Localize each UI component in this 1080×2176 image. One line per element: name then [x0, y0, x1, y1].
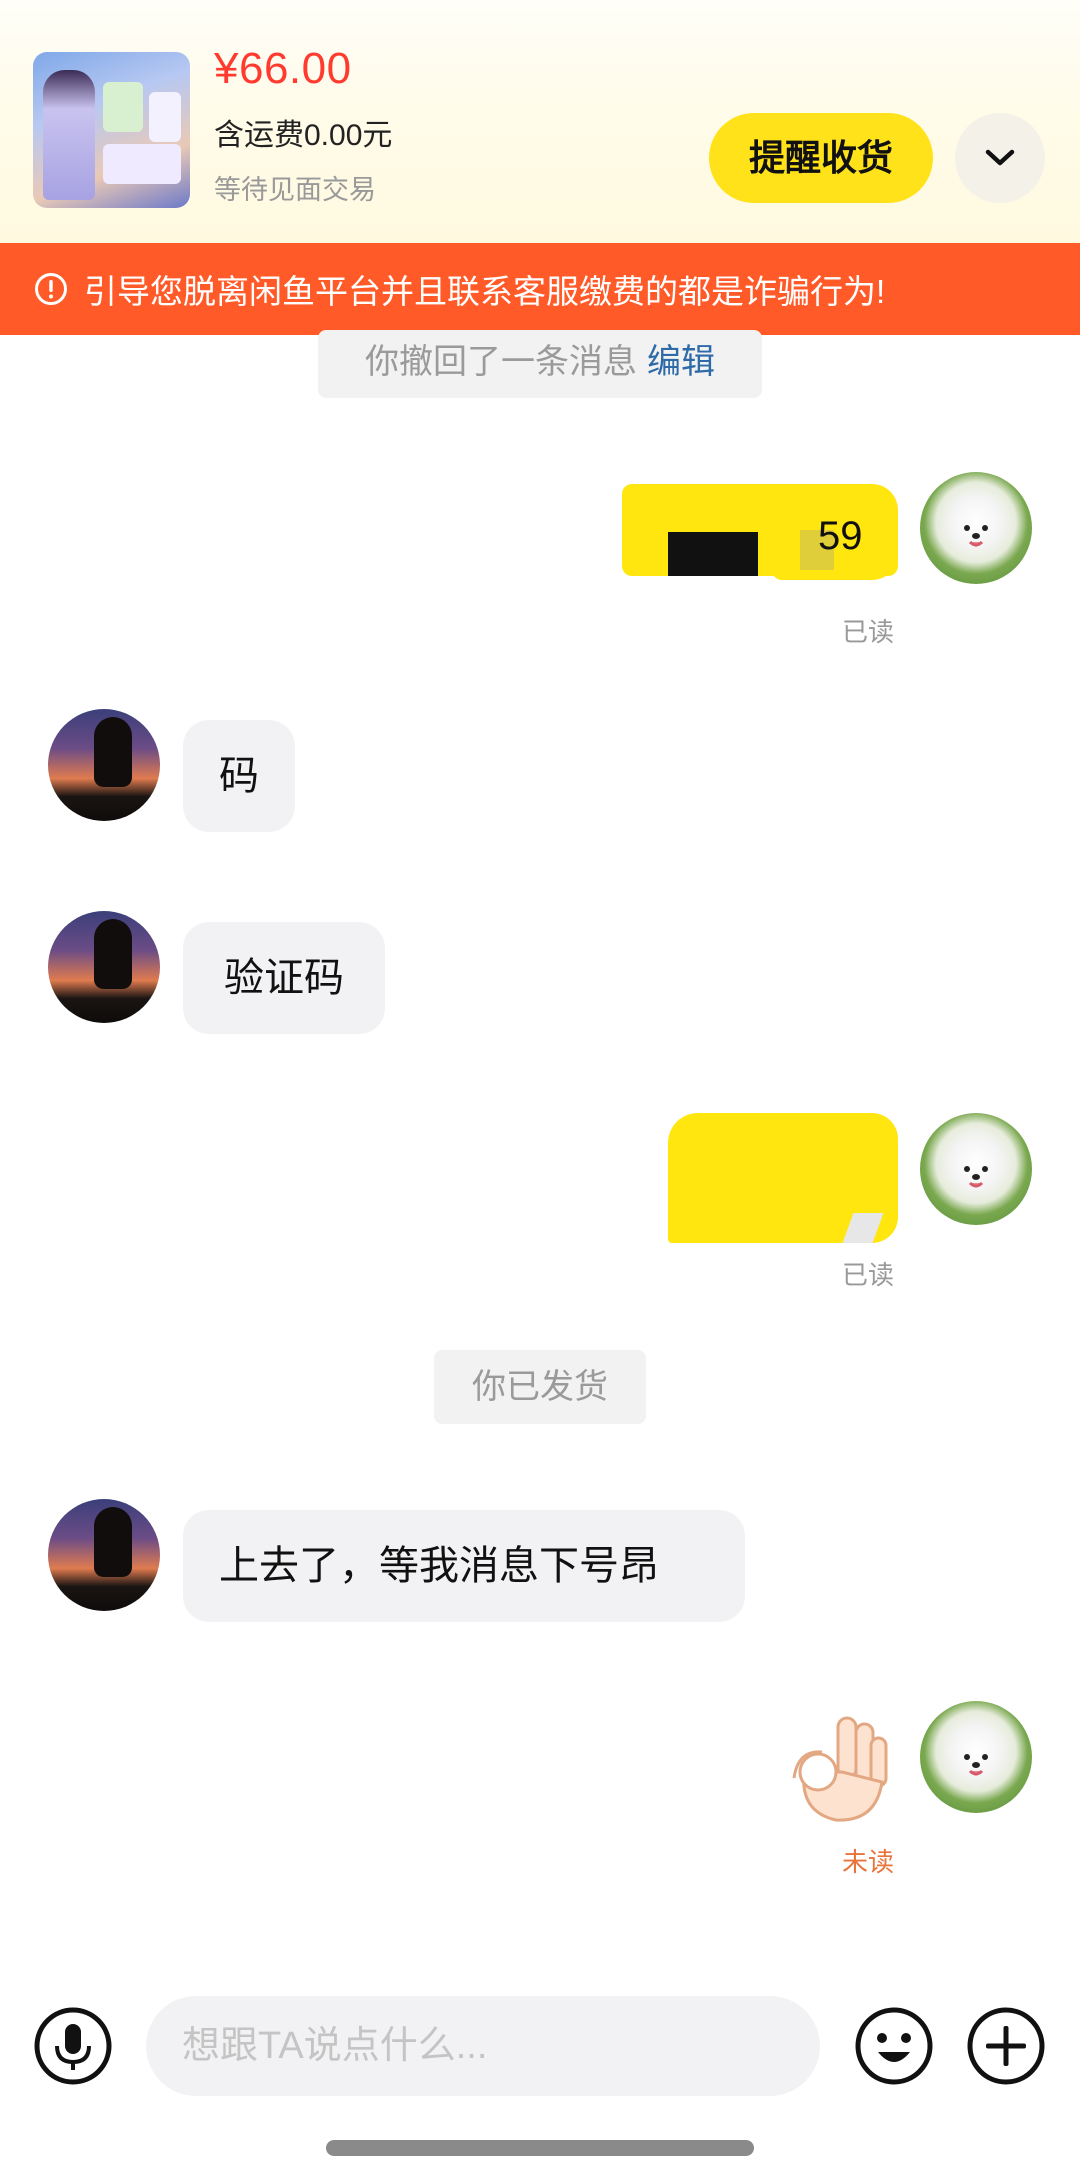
dog-face	[964, 1166, 988, 1188]
outgoing-message-bubble[interactable]: 59	[622, 484, 898, 596]
shipped-notice: 你已发货	[434, 1350, 646, 1424]
order-status: 等待见面交易	[214, 175, 376, 205]
redaction-block	[668, 532, 758, 576]
contact-avatar[interactable]	[48, 1499, 160, 1611]
thumbnail-panel	[149, 92, 181, 142]
alert-circle-icon	[35, 273, 67, 305]
more-button[interactable]	[966, 2006, 1046, 2086]
warning-text: 引导您脱离闲鱼平台并且联系客服缴费的都是诈骗行为!	[84, 273, 886, 310]
chevron-down-icon	[985, 149, 1015, 166]
voice-button[interactable]	[33, 2006, 113, 2086]
avatar-silhouette	[94, 717, 132, 787]
dog-face	[964, 525, 988, 547]
plus-icon	[967, 2007, 1045, 2085]
microphone-icon	[34, 2007, 112, 2085]
contact-avatar[interactable]	[48, 911, 160, 1023]
message-text: 验证码	[224, 956, 344, 1000]
dog-face	[964, 1754, 988, 1776]
ok-hand-emoji[interactable]	[786, 1712, 894, 1826]
avatar-silhouette	[94, 919, 132, 989]
expand-button[interactable]	[955, 113, 1045, 203]
shipping-fee: 含运费0.00元	[214, 119, 393, 152]
emoji-button[interactable]	[854, 2006, 934, 2086]
thumbnail-character	[43, 70, 95, 200]
thumbnail-panel	[103, 82, 143, 132]
avatar-silhouette	[94, 1507, 132, 1577]
contact-avatar[interactable]	[48, 709, 160, 821]
message-composer	[0, 1976, 1080, 2126]
my-avatar[interactable]	[920, 1701, 1032, 1813]
smiley-icon	[855, 2007, 933, 2085]
message-text: 码	[219, 754, 259, 798]
order-header: ¥66.00 含运费0.00元 等待见面交易 提醒收货	[0, 0, 1080, 243]
home-indicator[interactable]	[326, 2140, 754, 2156]
recall-edit-link[interactable]: 编辑	[647, 343, 715, 381]
recall-text: 你撤回了一条消息	[365, 343, 637, 381]
product-thumbnail[interactable]	[33, 52, 190, 208]
message-text: 上去了，等我消息下号昂	[219, 1544, 659, 1588]
outgoing-message-bubble[interactable]	[668, 1113, 898, 1245]
order-price: ¥66.00	[214, 44, 352, 93]
my-avatar[interactable]	[920, 472, 1032, 584]
remind-receipt-button[interactable]: 提醒收货	[709, 113, 933, 203]
message-fragment: 59	[818, 514, 863, 558]
my-avatar[interactable]	[920, 1113, 1032, 1225]
message-input[interactable]	[146, 1996, 820, 2096]
thumbnail-panel	[103, 144, 181, 184]
recall-notice: 你撤回了一条消息 编辑	[318, 330, 762, 398]
read-status: 已读	[842, 1260, 895, 1290]
unread-status: 未读	[842, 1847, 895, 1877]
read-status: 已读	[842, 617, 895, 647]
incoming-message-bubble[interactable]: 上去了，等我消息下号昂	[183, 1510, 745, 1622]
fraud-warning-bar: 引导您脱离闲鱼平台并且联系客服缴费的都是诈骗行为!	[0, 243, 1080, 335]
incoming-message-bubble[interactable]: 码	[183, 720, 295, 832]
incoming-message-bubble[interactable]: 验证码	[183, 922, 385, 1034]
